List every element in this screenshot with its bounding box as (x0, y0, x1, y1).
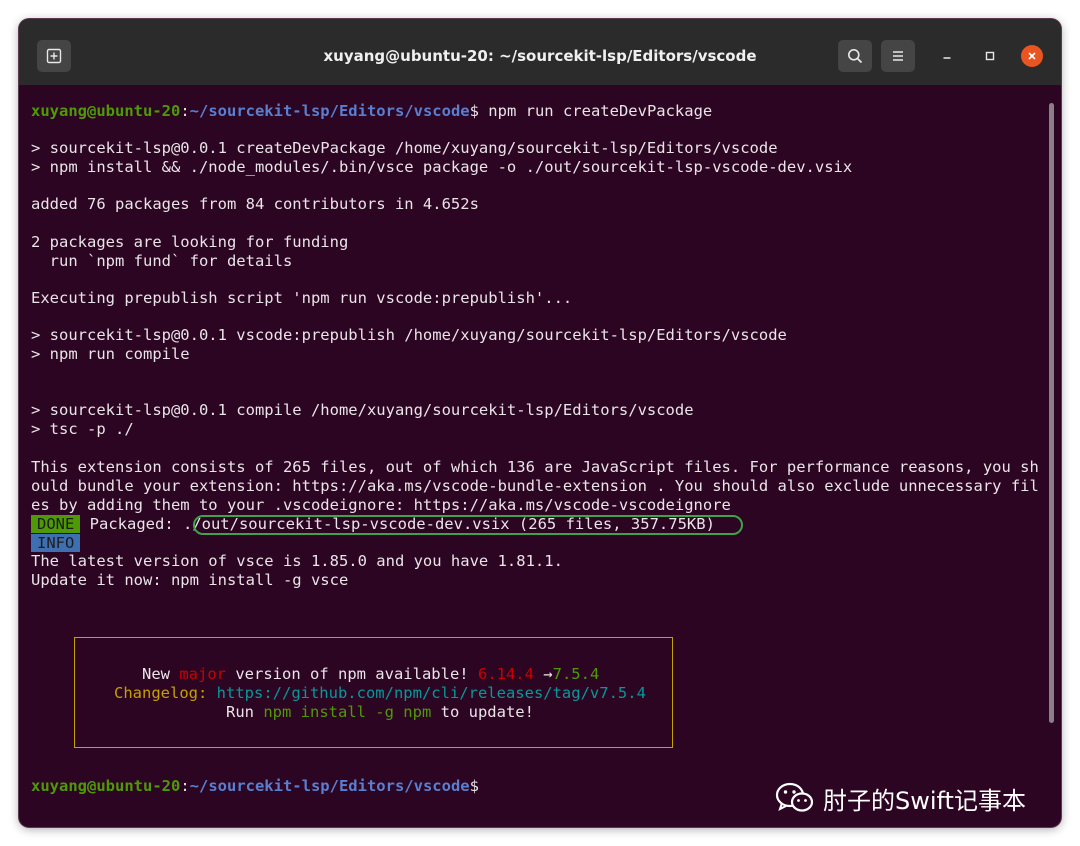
notice-major: major (179, 665, 226, 683)
menu-button[interactable] (881, 40, 915, 72)
done-badge: DONE (31, 515, 81, 533)
info-badge: INFO (31, 534, 81, 552)
prompt-path: ~/sourcekit-lsp/Editors/vscode (189, 102, 470, 120)
prompt-separator: : (180, 102, 190, 120)
hamburger-menu-icon (893, 51, 903, 61)
watermark: 肘子的Swift记事本 (775, 778, 1026, 818)
prompt-line: xuyang@ubuntu-20:~/sourcekit-lsp/Editors… (31, 777, 479, 796)
old-version: 6.14.4 (477, 665, 534, 683)
output-line: ould bundle your extension: https://aka.… (31, 477, 1039, 495)
scrollbar[interactable] (1049, 103, 1054, 723)
close-icon (1028, 52, 1036, 60)
terminal-output[interactable]: xuyang@ubuntu-20:~/sourcekit-lsp/Editors… (31, 85, 1051, 827)
output-line: > tsc -p ./ (31, 420, 134, 438)
prompt-separator: : (180, 777, 190, 795)
output-line: The latest version of vsce is 1.85.0 and… (31, 552, 563, 570)
output-line: > sourcekit-lsp@0.0.1 createDevPackage /… (31, 139, 778, 157)
search-icon (848, 49, 863, 64)
maximize-button[interactable] (977, 43, 1003, 69)
output-line: 2 packages are looking for funding (31, 233, 349, 251)
arrow-glyph: → (533, 665, 553, 683)
output-line: Executing prepublish script 'npm run vsc… (31, 289, 573, 307)
notice-line-version: New major version of npm available! 6.14… (142, 665, 599, 684)
new-version: 7.5.4 (552, 665, 600, 683)
prompt-line: xuyang@ubuntu-20:~/sourcekit-lsp/Editors… (31, 102, 712, 121)
minimize-icon (943, 57, 951, 59)
output-line: > sourcekit-lsp@0.0.1 compile /home/xuya… (31, 401, 694, 419)
wechat-icon (775, 782, 814, 812)
output-line: > sourcekit-lsp@0.0.1 vscode:prepublish … (31, 326, 787, 344)
notice-text: New (142, 665, 180, 683)
notice-text: version of npm available! (226, 665, 478, 683)
changelog-link[interactable]: https://github.com/npm/cli/releases/tag/… (207, 684, 646, 702)
output-line: > npm install && ./node_modules/.bin/vsc… (31, 158, 853, 176)
title-bar: xuyang@ubuntu-20: ~/sourcekit-lsp/Editor… (19, 19, 1061, 85)
prompt-end: $ (469, 777, 479, 795)
maximize-icon (985, 51, 995, 61)
terminal-window: xuyang@ubuntu-20: ~/sourcekit-lsp/Editor… (19, 19, 1061, 827)
search-button[interactable] (838, 40, 872, 72)
packaged-highlight (193, 515, 743, 535)
output-line: es by adding them to your .vscodeignore:… (31, 496, 731, 514)
prompt-end: $ (469, 102, 479, 120)
watermark-text: 肘子的Swift记事本 (823, 786, 1026, 815)
prompt-user: xuyang@ubuntu-20 (31, 777, 181, 795)
output-line: Update it now: npm install -g vsce (31, 571, 349, 589)
notice-line-changelog: Changelog: https://github.com/npm/cli/re… (114, 684, 646, 703)
close-button[interactable] (1021, 45, 1043, 67)
output-line: This extension consists of 265 files, ou… (31, 458, 1039, 476)
command-text: npm run createDevPackage (478, 102, 713, 120)
output-line: > npm run compile (31, 345, 190, 363)
output-line: added 76 packages from 84 contributors i… (31, 195, 479, 213)
prompt-user: xuyang@ubuntu-20 (31, 102, 181, 120)
changelog-label: Changelog: (114, 684, 208, 702)
prompt-path: ~/sourcekit-lsp/Editors/vscode (189, 777, 470, 795)
minimize-button[interactable] (934, 43, 960, 69)
run-command: npm install -g npm (263, 703, 432, 721)
notice-line-run: Run npm install -g npm to update! (226, 703, 534, 722)
packaged-label: Packaged: (80, 515, 183, 533)
notice-text: to update! (431, 703, 534, 721)
output-line: run `npm fund` for details (31, 252, 293, 270)
notice-text: Run (226, 703, 264, 721)
info-line: INFO (31, 534, 81, 553)
